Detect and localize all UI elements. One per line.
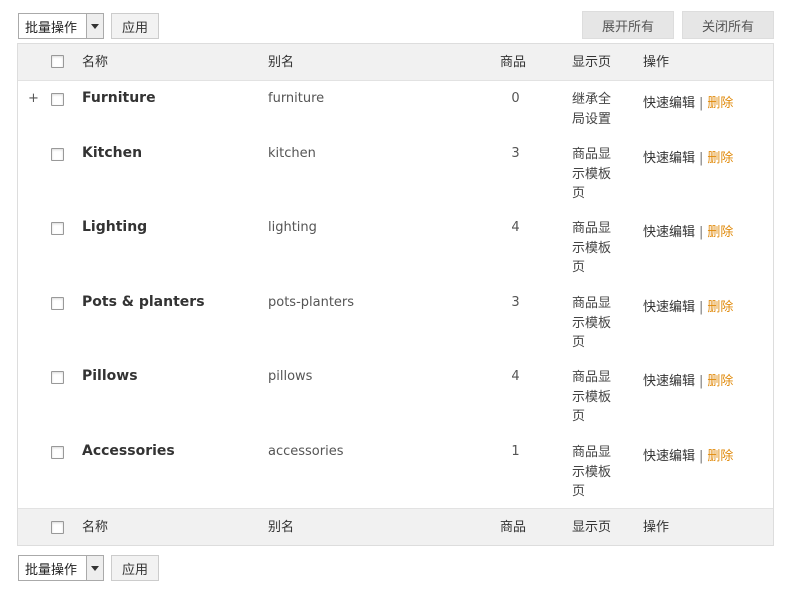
apply-button[interactable]: 应用: [111, 13, 160, 39]
delete-link[interactable]: 删除: [707, 151, 733, 166]
category-slug: accessories: [268, 444, 344, 459]
row-actions: 快速编辑 | 删除: [643, 147, 733, 166]
select-all-checkbox[interactable]: [51, 55, 64, 68]
expand-all-button[interactable]: 展开所有: [582, 11, 674, 39]
category-display: 商品显示模板页: [572, 221, 612, 275]
row-actions: 快速编辑 | 删除: [643, 445, 733, 464]
category-display: 商品显示模板页: [572, 445, 612, 499]
expand-toggle-icon[interactable]: +: [28, 91, 39, 106]
delete-link[interactable]: 删除: [707, 300, 733, 315]
table-header: 名称 别名 商品 显示页 操作: [18, 44, 773, 81]
row-actions: 快速编辑 | 删除: [643, 92, 733, 111]
category-count: 3: [511, 295, 520, 310]
column-header-actions: 操作: [643, 55, 670, 70]
quick-edit-link[interactable]: 快速编辑: [643, 96, 695, 111]
category-slug: pillows: [268, 369, 313, 384]
category-count: 3: [511, 146, 520, 161]
category-display: 商品显示模板页: [572, 370, 612, 424]
quick-edit-link[interactable]: 快速编辑: [643, 151, 695, 166]
row-actions: 快速编辑 | 删除: [643, 370, 733, 389]
category-display: 商品显示模板页: [572, 296, 612, 350]
column-footer-name[interactable]: 名称: [82, 509, 108, 546]
delete-link[interactable]: 删除: [707, 449, 733, 464]
category-name[interactable]: Accessories: [82, 443, 175, 459]
column-header-name[interactable]: 名称: [82, 44, 108, 81]
row-actions: 快速编辑 | 删除: [643, 296, 733, 315]
category-name[interactable]: Lighting: [82, 219, 147, 235]
category-slug: lighting: [268, 220, 317, 235]
collapse-all-button[interactable]: 关闭所有: [682, 11, 774, 39]
delete-link[interactable]: 删除: [707, 96, 733, 111]
chevron-down-icon[interactable]: [86, 14, 103, 38]
action-separator: |: [699, 96, 704, 111]
bulk-action-select[interactable]: 批量操作: [18, 13, 104, 39]
category-name[interactable]: Pots & planters: [82, 294, 205, 310]
category-name[interactable]: Pillows: [82, 368, 138, 384]
row-checkbox[interactable]: [51, 93, 64, 106]
categories-table: 名称 别名 商品 显示页 操作 + Furniture furniture 0 继承全局…: [17, 43, 774, 546]
quick-edit-link[interactable]: 快速编辑: [643, 374, 695, 389]
action-separator: |: [699, 449, 704, 464]
column-footer-display: 显示页: [572, 520, 612, 535]
category-slug: furniture: [268, 91, 325, 106]
row-actions: 快速编辑 | 删除: [643, 221, 733, 240]
action-separator: |: [699, 151, 704, 166]
table-footer: 名称 别名 商品 显示页 操作: [18, 508, 773, 545]
row-checkbox[interactable]: [51, 446, 64, 459]
select-all-checkbox-footer[interactable]: [51, 521, 64, 534]
delete-link[interactable]: 删除: [707, 374, 733, 389]
category-display: 继承全局设置: [572, 92, 612, 127]
category-count: 0: [511, 91, 520, 106]
quick-edit-link[interactable]: 快速编辑: [643, 225, 695, 240]
category-slug: kitchen: [268, 146, 316, 161]
action-separator: |: [699, 374, 704, 389]
category-count: 4: [511, 369, 520, 384]
row-checkbox[interactable]: [51, 148, 64, 161]
bulk-action-select-bottom[interactable]: 批量操作: [18, 555, 104, 581]
row-checkbox[interactable]: [51, 297, 64, 310]
category-name[interactable]: Kitchen: [82, 145, 142, 161]
category-count: 1: [511, 444, 520, 459]
action-separator: |: [699, 225, 704, 240]
category-count: 4: [511, 220, 520, 235]
delete-link[interactable]: 删除: [707, 225, 733, 240]
quick-edit-link[interactable]: 快速编辑: [643, 449, 695, 464]
category-display: 商品显示模板页: [572, 147, 612, 201]
column-footer-slug[interactable]: 别名: [268, 509, 294, 546]
column-header-display: 显示页: [572, 55, 612, 70]
chevron-down-icon[interactable]: [86, 556, 103, 580]
bulk-actions-bottom: 批量操作 应用: [18, 555, 160, 581]
row-checkbox[interactable]: [51, 371, 64, 384]
category-slug: pots-planters: [268, 295, 355, 310]
row-checkbox[interactable]: [51, 222, 64, 235]
quick-edit-link[interactable]: 快速编辑: [643, 300, 695, 315]
column-header-slug[interactable]: 别名: [268, 44, 294, 81]
column-footer-actions: 操作: [643, 520, 670, 535]
bulk-actions-top: 批量操作 应用: [18, 13, 160, 39]
column-header-count[interactable]: 商品: [500, 44, 526, 81]
category-name[interactable]: Furniture: [82, 90, 156, 106]
column-footer-count[interactable]: 商品: [500, 509, 526, 546]
apply-button-bottom[interactable]: 应用: [111, 555, 160, 581]
action-separator: |: [699, 300, 704, 315]
